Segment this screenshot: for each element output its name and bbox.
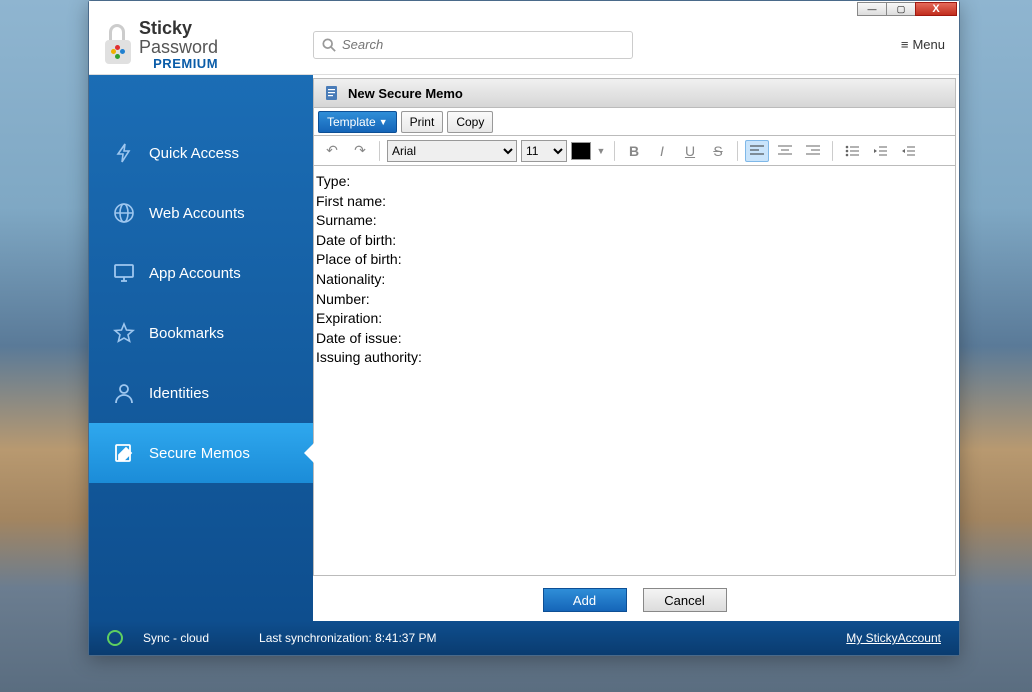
menu-label: Menu [912,37,945,52]
sidebar-item-label: Identities [149,385,209,402]
minimize-button[interactable]: — [857,2,887,16]
sidebar-item-identities[interactable]: Identities [89,363,313,423]
memo-button-row: Add Cancel [313,582,956,618]
search-icon [322,38,336,52]
memo-toolbar-actions: Template▼ Print Copy [313,108,956,136]
sidebar-item-web-accounts[interactable]: Web Accounts [89,183,313,243]
redo-button[interactable]: ↷ [348,140,372,162]
sidebar-item-app-accounts[interactable]: App Accounts [89,243,313,303]
sync-icon [107,630,123,646]
hamburger-icon: ≡ [901,37,909,52]
bullet-list-button[interactable] [840,140,864,162]
template-button[interactable]: Template▼ [318,111,397,133]
app-window: — ▢ X Sticky Password PREMIUM [88,0,960,656]
print-button[interactable]: Print [401,111,444,133]
sidebar-item-label: Quick Access [149,145,239,162]
sidebar-item-label: App Accounts [149,265,241,282]
memo-line: First name: [316,192,953,212]
bolt-icon [113,142,135,164]
add-button[interactable]: Add [543,588,627,612]
chevron-down-icon[interactable]: ▼ [595,140,607,162]
font-color-picker[interactable] [571,142,591,160]
font-family-select[interactable]: Arial [387,140,517,162]
align-left-button[interactable] [745,140,769,162]
brand-line3: PREMIUM [139,57,218,71]
memo-line: Surname: [316,211,953,231]
memo-line: Number: [316,290,953,310]
underline-button[interactable]: U [678,140,702,162]
sidebar-item-secure-memos[interactable]: Secure Memos [89,423,313,483]
brand-line1: Sticky [139,19,218,38]
font-size-select[interactable]: 11 [521,140,567,162]
memo-header: New Secure Memo [313,78,956,108]
close-button[interactable]: X [915,2,957,16]
memo-title: New Secure Memo [348,86,463,101]
monitor-icon [113,262,135,284]
brand-line2: Password [139,38,218,57]
person-icon [113,382,135,404]
globe-icon [113,202,135,224]
memo-line: Issuing authority: [316,348,953,368]
memo-line: Type: [316,172,953,192]
titlebar: — ▢ X [89,1,959,15]
search-input[interactable] [342,37,624,52]
sidebar-item-label: Secure Memos [149,445,250,462]
memo-line: Date of issue: [316,329,953,349]
sidebar-item-label: Bookmarks [149,325,224,342]
sync-status: Sync - cloud [143,631,209,645]
align-right-button[interactable] [801,140,825,162]
padlock-icon [103,24,133,64]
menu-button[interactable]: ≡ Menu [901,37,945,52]
indent-button[interactable] [896,140,920,162]
outdent-button[interactable] [868,140,892,162]
maximize-button[interactable]: ▢ [886,2,916,16]
main-panel: New Secure Memo Template▼ Print Copy ↶ ↷… [313,75,959,621]
my-account-link[interactable]: My StickyAccount [846,631,941,645]
star-icon [113,322,135,344]
chevron-down-icon: ▼ [379,117,388,127]
statusbar: Sync - cloud Last synchronization: 8:41:… [89,621,959,655]
document-icon [324,85,340,101]
strikethrough-button[interactable]: S [706,140,730,162]
cancel-button[interactable]: Cancel [643,588,727,612]
memo-line: Place of birth: [316,250,953,270]
align-center-button[interactable] [773,140,797,162]
italic-button[interactable]: I [650,140,674,162]
logo: Sticky Password PREMIUM [103,19,313,70]
memo-editor[interactable]: Type:First name:Surname:Date of birth:Pl… [313,166,956,576]
sidebar-item-bookmarks[interactable]: Bookmarks [89,303,313,363]
sidebar-item-quick-access[interactable]: Quick Access [89,123,313,183]
sidebar: Quick Access Web Accounts App Accounts B… [89,75,313,621]
copy-button[interactable]: Copy [447,111,493,133]
search-box[interactable] [313,31,633,59]
memo-line: Expiration: [316,309,953,329]
last-sync-label: Last synchronization: 8:41:37 PM [259,631,436,645]
app-header: Sticky Password PREMIUM ≡ Menu [89,15,959,75]
memo-line: Date of birth: [316,231,953,251]
memo-line: Nationality: [316,270,953,290]
sidebar-item-label: Web Accounts [149,205,245,222]
edit-note-icon [113,442,135,464]
bold-button[interactable]: B [622,140,646,162]
memo-toolbar-format: ↶ ↷ Arial 11 ▼ B I U S [313,136,956,166]
undo-button[interactable]: ↶ [320,140,344,162]
